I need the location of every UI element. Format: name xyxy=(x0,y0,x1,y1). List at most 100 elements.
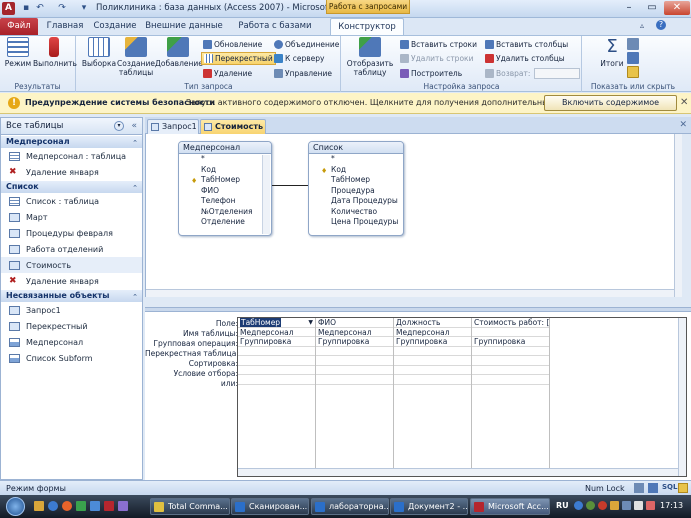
criteria-cell[interactable] xyxy=(316,366,393,375)
quicklaunch-icon[interactable] xyxy=(76,501,86,511)
maximize-button[interactable]: ▭ xyxy=(641,1,663,15)
crosstab-cell[interactable] xyxy=(472,347,549,356)
quicklaunch-icon[interactable] xyxy=(48,501,58,511)
sql-view-button[interactable]: SQL xyxy=(662,483,677,491)
quicklaunch-icon[interactable] xyxy=(118,501,128,511)
quicklaunch-icon[interactable] xyxy=(90,501,100,511)
make-table-button[interactable]: Создание таблицы xyxy=(117,37,155,77)
close-document-icon[interactable]: ✕ xyxy=(679,120,687,130)
taskbar-item-scan[interactable]: Сканирован... xyxy=(231,498,309,515)
taskbar-item-access[interactable]: Microsoft Acc... xyxy=(470,498,550,515)
view-button[interactable]: Режим xyxy=(2,37,34,68)
redo-icon[interactable]: ↷ xyxy=(56,3,68,14)
qbe-column-4[interactable]: Стоимость работ: [Ко Группировка xyxy=(472,318,550,476)
table-cell[interactable]: Медперсонал xyxy=(316,328,393,337)
data-definition-button[interactable]: Управление xyxy=(274,67,332,80)
or-cell[interactable] xyxy=(316,375,393,385)
field-cell[interactable]: ТабНомер ▼ xyxy=(238,318,315,328)
insert-columns-button[interactable]: Вставить столбцы xyxy=(485,38,568,51)
nav-item-spisok-table[interactable]: Список : таблица xyxy=(1,193,142,209)
field-item[interactable]: ТабНомер xyxy=(309,175,403,186)
taskbar-item-document2[interactable]: Документ2 - ... xyxy=(390,498,468,515)
crosstab-cell[interactable] xyxy=(316,347,393,356)
field-item[interactable]: Код xyxy=(179,165,271,176)
undo-icon[interactable]: ↶ xyxy=(34,3,46,14)
qbe-column-3[interactable]: Должность Медперсонал Группировка xyxy=(394,318,472,476)
field-item[interactable]: ФИО xyxy=(179,186,271,197)
total-cell[interactable]: Группировка xyxy=(472,337,549,347)
close-button[interactable]: ✕ xyxy=(664,1,690,15)
design-view-icon[interactable] xyxy=(678,483,688,493)
qbe-column-2[interactable]: ФИО Медперсонал Группировка xyxy=(316,318,394,476)
crosstab-button[interactable]: Перекрестный xyxy=(201,52,276,65)
or-cell[interactable] xyxy=(238,375,315,385)
nav-item-departments-work[interactable]: Работа отделений xyxy=(1,241,142,257)
access-app-icon[interactable]: A xyxy=(2,2,15,15)
nav-item-query1[interactable]: Запрос1 xyxy=(1,302,142,318)
taskbar-item-total-commander[interactable]: Total Comma... xyxy=(150,498,230,515)
sort-cell[interactable] xyxy=(316,356,393,366)
criteria-cell[interactable] xyxy=(238,366,315,375)
nav-group-unrelated[interactable]: Несвязанные объекты ⌃ xyxy=(1,290,142,302)
save-icon[interactable]: ▪ xyxy=(20,3,32,14)
nav-item-crosstab[interactable]: Перекрестный xyxy=(1,318,142,334)
quicklaunch-icon[interactable] xyxy=(104,501,114,511)
field-item[interactable]: Дата Процедуры xyxy=(309,196,403,207)
security-warning-message[interactable]: Запуск активного содержимого отключен. Щ… xyxy=(186,98,598,107)
delete-rows-button[interactable]: Удалить строки xyxy=(400,52,473,65)
field-item[interactable]: Телефон xyxy=(179,196,271,207)
field-item[interactable]: Отделение xyxy=(179,217,271,228)
field-item[interactable]: Количество xyxy=(309,207,403,218)
dropdown-icon[interactable]: ▼ xyxy=(308,318,313,327)
query-design-area[interactable]: Медперсонал * Код ♦ ТабНомер ФИО Телефон … xyxy=(145,134,682,297)
totals-button[interactable]: Σ Итоги xyxy=(597,37,627,69)
tab-external-data[interactable]: Внешние данные xyxy=(144,18,224,35)
datasheet-view-icon[interactable] xyxy=(634,483,644,493)
or-cell[interactable] xyxy=(394,375,471,385)
field-item[interactable]: №Отделения xyxy=(179,207,271,218)
tab-cost[interactable]: Стоимость xyxy=(200,119,266,134)
criteria-cell[interactable] xyxy=(394,366,471,375)
minimize-button[interactable]: – xyxy=(618,1,640,15)
show-table-button[interactable]: Отобразить таблицу xyxy=(345,37,395,77)
grid-vertical-scrollbar[interactable] xyxy=(678,318,686,476)
tab-create[interactable]: Создание xyxy=(90,18,140,35)
property-sheet-icon[interactable] xyxy=(627,52,639,64)
table-box-title[interactable]: Список xyxy=(309,142,403,154)
taskbar-item-lab[interactable]: лабораторна... xyxy=(311,498,389,515)
delete-query-button[interactable]: Удаление xyxy=(203,67,252,80)
quicklaunch-icon[interactable] xyxy=(62,501,72,511)
table-cell[interactable]: Медперсонал xyxy=(394,328,471,337)
tab-design[interactable]: Конструктор xyxy=(330,18,404,35)
field-item[interactable]: * xyxy=(179,154,271,165)
field-cell[interactable]: Должность xyxy=(394,318,471,328)
run-button[interactable]: Выполнить xyxy=(33,37,77,68)
crosstab-cell[interactable] xyxy=(238,347,315,356)
table-box-spisok[interactable]: Список * ♦ Код ТабНомер Процедура Дата Пр… xyxy=(308,141,404,236)
close-warning-icon[interactable]: ✕ xyxy=(680,97,688,108)
criteria-cell[interactable] xyxy=(472,366,549,375)
design-vertical-scrollbar[interactable] xyxy=(674,134,682,297)
tab-home[interactable]: Главная xyxy=(44,18,86,35)
table-cell[interactable] xyxy=(472,328,549,337)
or-cell[interactable] xyxy=(472,375,549,385)
minimize-ribbon-icon[interactable]: ▵ xyxy=(640,21,644,30)
insert-rows-button[interactable]: Вставить строки xyxy=(400,38,477,51)
nav-menu-icon[interactable]: ▾ xyxy=(114,121,124,131)
nav-item-medpersonal-table[interactable]: Медперсонал : таблица xyxy=(1,148,142,164)
table-names-icon[interactable] xyxy=(627,66,639,78)
table-cell[interactable]: Медперсонал xyxy=(238,328,315,337)
return-selector[interactable]: Возврат: xyxy=(485,67,581,80)
table-box-scrollbar[interactable] xyxy=(262,155,270,234)
field-cell[interactable]: Стоимость работ: [Ко xyxy=(472,318,549,328)
quicklaunch-icon[interactable] xyxy=(34,501,44,511)
nav-item-delete-january-2[interactable]: ✖ Удаление января xyxy=(1,273,142,289)
builder-button[interactable]: Построитель xyxy=(400,67,462,80)
tray-icon[interactable] xyxy=(610,501,619,510)
union-button[interactable]: Объединение xyxy=(274,38,339,51)
nav-item-spisok-subform[interactable]: Список Subform xyxy=(1,350,142,366)
enable-content-button[interactable]: Включить содержимое xyxy=(544,95,677,111)
relationship-line[interactable] xyxy=(272,185,308,186)
nav-item-cost[interactable]: Стоимость xyxy=(1,257,142,273)
customize-qat-icon[interactable]: ▾ xyxy=(78,3,90,14)
